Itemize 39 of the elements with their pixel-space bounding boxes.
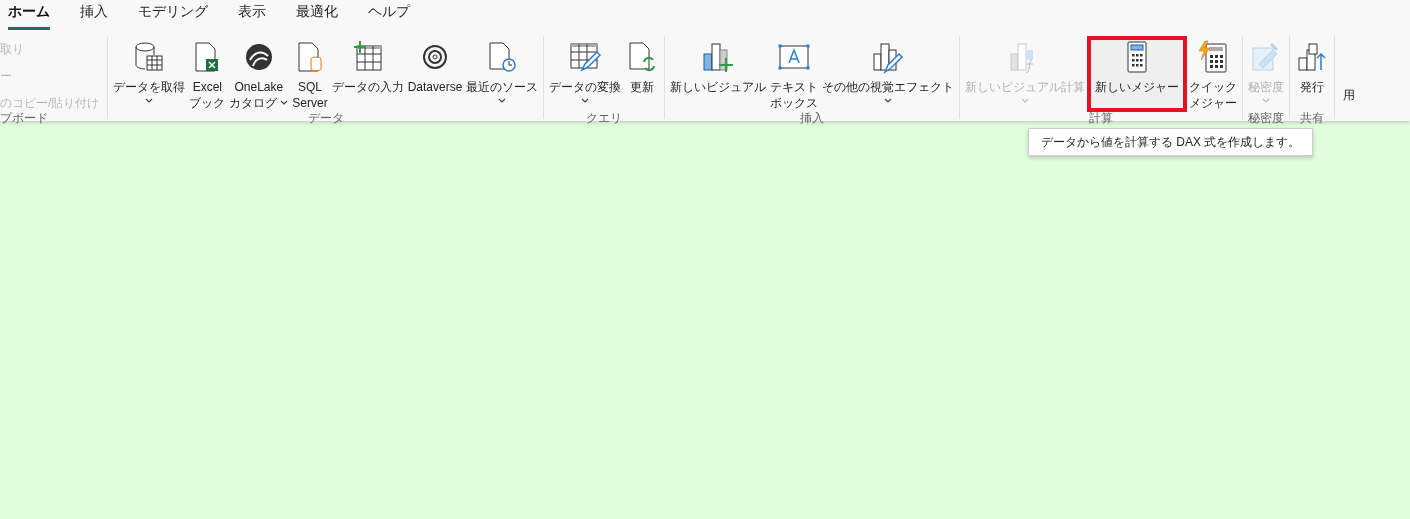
chevron-icon [498, 98, 507, 104]
group-label: 計算 [1089, 112, 1114, 124]
chevron-icon [145, 98, 154, 104]
ribbon-button[interactable]: SQL Server [290, 36, 330, 112]
ribbon-command[interactable]: 用 [1343, 86, 1356, 104]
ribbon-tab[interactable]: 挿入 [80, 1, 108, 30]
group-label: プボード [0, 112, 48, 124]
tooltip: データから値を計算する DAX 式を作成します。 [1028, 128, 1314, 156]
ribbon-tab[interactable]: モデリング [138, 1, 208, 30]
ribbon-button[interactable]: クイック メジャー [1187, 36, 1240, 112]
ribbon-button[interactable]: Excel ブック [187, 36, 228, 112]
ribbon-button[interactable]: テキスト ボックス [768, 36, 821, 112]
chart-pencil-icon [871, 40, 906, 74]
chevron-icon [1262, 98, 1271, 104]
chevron-icon [581, 98, 590, 104]
ribbon-tab[interactable]: 表示 [238, 1, 266, 30]
group-label: データ [307, 112, 344, 124]
chevron-icon [884, 98, 893, 104]
group-label: 秘密度 [1248, 112, 1285, 124]
ribbon-button[interactable]: データの入力 [329, 36, 406, 112]
ribbon-button[interactable]: データを取得 [111, 36, 188, 112]
ribbon-button[interactable]: 発行 [1293, 36, 1332, 112]
bar-chart-plus-icon [701, 40, 736, 74]
table-pencil-icon [568, 40, 603, 74]
ribbon-button[interactable]: 新しいメジャー [1087, 36, 1188, 112]
ribbon-tab[interactable]: ヘルプ [368, 1, 410, 30]
ribbon-button[interactable]: OneLake カタログ [227, 36, 291, 112]
ribbon-button[interactable]: 新しいビジュアル [668, 36, 769, 112]
ribbon-button[interactable]: Dataverse [405, 36, 465, 112]
ribbon-button[interactable]: 最近のソース [464, 36, 541, 112]
chevron-icon [1021, 98, 1030, 104]
ribbon-tab[interactable]: 最適化 [296, 1, 338, 30]
group-label: クエリ [586, 112, 623, 124]
ribbon-button[interactable]: 更新 [623, 36, 662, 112]
ribbon-button[interactable]: その他の視覚エフェクト [820, 36, 957, 112]
ribbon-button[interactable]: データの変換 [547, 36, 624, 112]
group-label: 挿入 [800, 112, 825, 124]
group-label: 共有 [1300, 112, 1325, 124]
chevron-icon [280, 100, 289, 106]
